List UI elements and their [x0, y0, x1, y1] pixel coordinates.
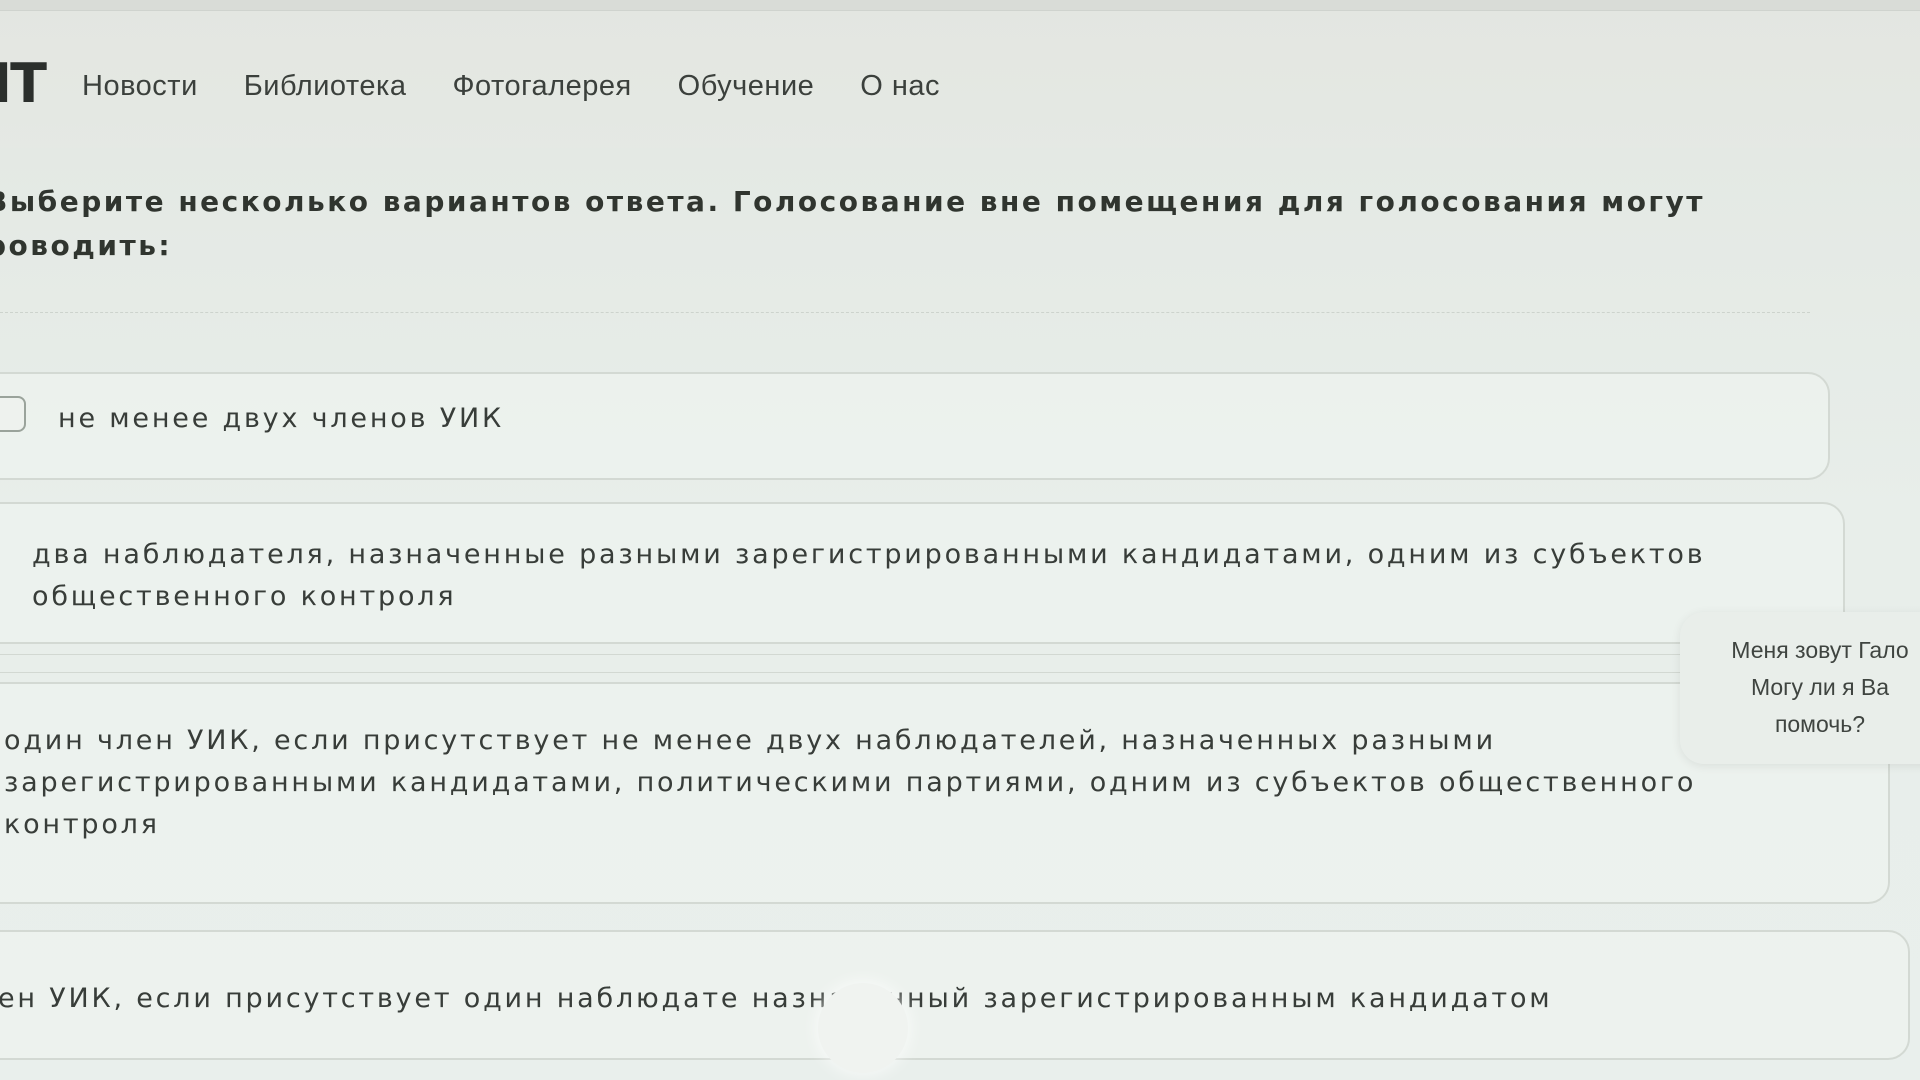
nav-about[interactable]: О нас — [860, 70, 940, 103]
option-2-text: два наблюдателя, назначенные разными зар… — [32, 534, 1792, 618]
option-4-line-1: ен УИК, если присутствует один наблюдате… — [0, 983, 1553, 1014]
answer-option-1[interactable]: не менее двух членов УИК — [0, 372, 1830, 480]
option-3-line-2: зарегистрированными кандидатами, политич… — [4, 767, 1697, 798]
option-separator — [0, 654, 1690, 655]
browser-top-strip — [0, 0, 1920, 11]
option-4-text: ен УИК, если присутствует один наблюдате… — [0, 978, 1878, 1020]
question-line-1: Выберите несколько вариантов ответа. Гол… — [0, 185, 1706, 218]
chat-assistant-bubble[interactable]: Меня зовут Гало Могу ли я Ва помочь? — [1680, 612, 1920, 764]
page: IT Новости Библиотека Фотогалерея Обучен… — [0, 0, 1920, 1080]
option-2-line-1: два наблюдателя, назначенные разными зар… — [32, 539, 1706, 570]
option-2-line-2: общественного контроля — [32, 581, 457, 612]
site-logo[interactable]: IT — [0, 52, 47, 115]
option-separator — [0, 672, 1690, 673]
answer-option-3[interactable]: один член УИК, если присутствует не мене… — [0, 682, 1890, 904]
floating-circle-button[interactable] — [818, 983, 908, 1073]
option-1-text: не менее двух членов УИК — [58, 398, 504, 440]
option-3-line-1: один член УИК, если присутствует не мене… — [4, 725, 1496, 756]
site-header: IT Новости Библиотека Фотогалерея Обучен… — [0, 30, 1920, 150]
option-3-text: один член УИК, если присутствует не мене… — [4, 720, 1824, 846]
option-3-line-3: контроля — [4, 809, 160, 840]
nav-library[interactable]: Библиотека — [244, 70, 407, 103]
chat-line-2: Могу ли я Ва — [1750, 674, 1890, 700]
main-nav: Новости Библиотека Фотогалерея Обучение … — [82, 70, 940, 103]
question-divider — [0, 312, 1810, 313]
chat-line-1: Меня зовут Гало — [1731, 637, 1909, 663]
answer-option-2[interactable]: два наблюдателя, назначенные разными зар… — [0, 502, 1845, 644]
nav-photo-gallery[interactable]: Фотогалерея — [452, 70, 631, 103]
nav-training[interactable]: Обучение — [678, 70, 815, 103]
nav-news[interactable]: Новости — [82, 70, 198, 103]
question-text: Выберите несколько вариантов ответа. Гол… — [0, 180, 1786, 268]
answer-option-4[interactable]: ен УИК, если присутствует один наблюдате… — [0, 930, 1910, 1060]
chat-line-3: помочь? — [1774, 711, 1866, 737]
option-1-checkbox[interactable] — [0, 396, 26, 432]
question-line-2: роводить: — [0, 229, 173, 262]
option-1-line-1: не менее двух членов УИК — [58, 403, 504, 434]
